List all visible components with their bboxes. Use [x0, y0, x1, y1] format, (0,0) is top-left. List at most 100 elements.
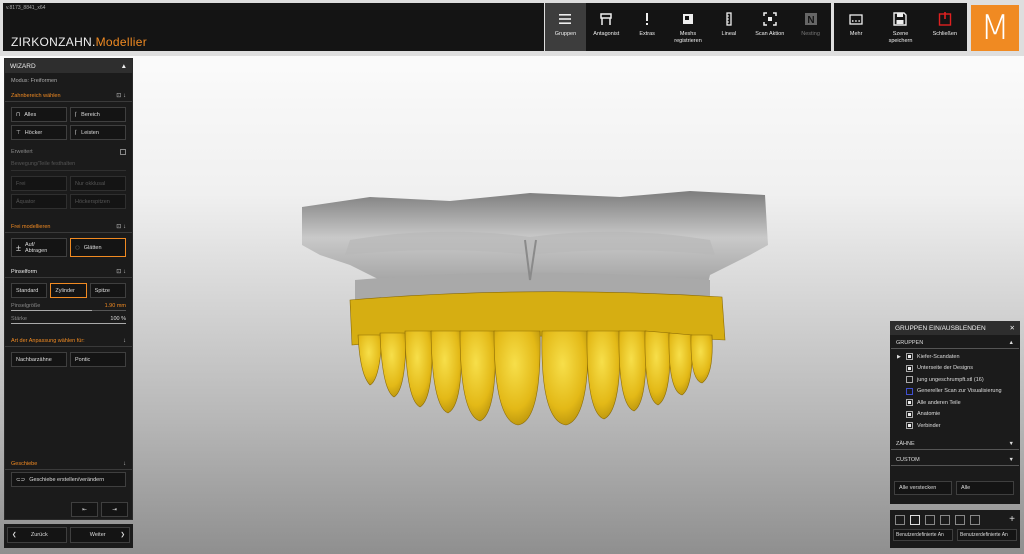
visibility-checkbox[interactable] — [906, 376, 913, 384]
info-arrow-icon[interactable]: ↓ — [123, 338, 126, 344]
auf-abtragen-button[interactable]: ± Auf/Abtragen — [11, 238, 67, 257]
weiter-button[interactable]: Weiter ❯ — [70, 527, 130, 543]
visibility-checkbox[interactable] — [906, 353, 913, 361]
nesting-button[interactable]: N Nesting — [790, 3, 831, 51]
glaetten-button[interactable]: ◌ Glätten — [70, 238, 126, 257]
mehr-button[interactable]: Mehr — [834, 3, 878, 51]
extras-label: Extras — [639, 31, 655, 37]
ruler-icon — [726, 12, 732, 26]
scan-aktion-button[interactable]: Scan Aktion — [749, 3, 790, 51]
antagonist-button[interactable]: Antagonist — [586, 3, 627, 51]
wizard-header[interactable]: WIZARD ▲ — [5, 59, 132, 73]
hoeckerspitzen-button[interactable]: Höckerspitzen — [70, 194, 126, 209]
alle-verstecken-button[interactable]: Alle verstecken — [894, 481, 952, 495]
view-preset-square[interactable] — [925, 515, 935, 525]
leisten-button[interactable]: ⌈ Leisten — [70, 125, 126, 140]
add-icon[interactable]: + — [1009, 515, 1015, 525]
chevron-down-icon[interactable]: ▼ — [1009, 457, 1014, 463]
expand-triangle-icon[interactable]: ▶ — [897, 354, 902, 360]
erweitert-checkbox[interactable] — [120, 149, 126, 155]
pin-info-icon[interactable]: ⊡ ↓ — [116, 92, 126, 99]
nesting-icon: N — [804, 13, 817, 26]
section-zaehne[interactable]: ZÄHNE ▼ — [891, 436, 1019, 450]
group-item[interactable]: Verbinder — [890, 420, 1020, 432]
glaetten-label: Glätten — [83, 244, 102, 251]
preset-button-1[interactable]: Benutzerdefinierte An — [893, 529, 953, 541]
power-icon — [938, 12, 952, 26]
schliessen-button[interactable]: Schließen — [923, 3, 967, 51]
pontic-button[interactable]: Pontic — [70, 352, 126, 367]
visibility-checkbox[interactable] — [906, 422, 913, 430]
section-art-anpassung: Art der Anpassung wählen für: ↓ — [5, 334, 132, 347]
bewegung-label: Bewegung/Teile festhalten — [11, 158, 126, 171]
visibility-checkbox[interactable] — [906, 364, 913, 372]
group-item[interactable]: Genereller Scan zur Visualisierung — [890, 386, 1020, 398]
chevron-down-icon[interactable]: ▼ — [1009, 441, 1014, 447]
info-arrow-icon[interactable]: ↓ — [123, 461, 126, 467]
group-item[interactable]: Alle anderen Teile — [890, 397, 1020, 409]
erweitert-row[interactable]: Erweitert — [5, 146, 132, 158]
hoecker-button[interactable]: ⊤ Höcker — [11, 125, 67, 140]
geschiebe-button[interactable]: ⊂⊃ Geschiebe erstellen/verändern — [11, 472, 126, 487]
group-item[interactable]: Unterseite der Designs — [890, 363, 1020, 375]
preset-squares: + — [890, 510, 1020, 525]
spitze-button[interactable]: Spitze — [89, 283, 126, 298]
zylinder-button[interactable]: Zylinder — [50, 283, 87, 298]
dental-model-viewport[interactable] — [290, 185, 780, 430]
pinselgroesse-slider[interactable] — [11, 310, 126, 311]
standard-button[interactable]: Standard — [11, 283, 48, 298]
aequator-button[interactable]: Äquator — [11, 194, 67, 209]
nachbarzaehne-button[interactable]: Nachbarzähne — [11, 352, 67, 367]
frei-button[interactable]: Frei — [11, 176, 67, 191]
group-item-label: Alle anderen Teile — [917, 399, 961, 406]
cusp-icon: ⊤ — [16, 129, 21, 136]
redo-button[interactable]: ⇥ — [101, 502, 128, 517]
view-presets-panel: + Benutzerdefinierte An Benutzerdefinier… — [890, 510, 1020, 548]
section-gruppen[interactable]: GRUPPEN ▲ — [891, 335, 1019, 349]
szene-speichern-button[interactable]: Szene speichern — [878, 3, 922, 51]
collapse-up-icon[interactable]: ▲ — [1009, 340, 1014, 346]
preset-buttons: Benutzerdefinierte An Benutzerdefinierte… — [890, 525, 1020, 545]
version-label: v.8173_8841_x64 — [6, 5, 46, 11]
groups-panel: GRUPPEN EIN/AUSBLENDEN ✕ GRUPPEN ▲ ▶ Kief… — [890, 321, 1020, 504]
section-art-title: Art der Anpassung wählen für: — [11, 338, 85, 344]
group-item[interactable]: Anatomie — [890, 409, 1020, 421]
collapse-up-icon[interactable]: ▲ — [121, 63, 127, 70]
view-preset-square[interactable] — [955, 515, 965, 525]
gruppen-button[interactable]: Gruppen — [545, 3, 586, 51]
meshs-registrieren-button[interactable]: Meshs registrieren — [668, 3, 709, 51]
scan-frame-icon — [762, 12, 777, 26]
section-pinselform: Pinselform ⊡ ↓ — [5, 264, 132, 278]
section-custom[interactable]: CUSTOM ▼ — [891, 452, 1019, 466]
view-preset-square[interactable] — [970, 515, 980, 525]
leisten-label: Leisten — [81, 129, 99, 136]
alles-button[interactable]: ⊓ Alles — [11, 107, 67, 122]
group-item[interactable]: jung ungeschrumpft.stl (16) — [890, 374, 1020, 386]
visibility-checkbox[interactable] — [906, 410, 913, 418]
bereich-button[interactable]: ⌈ Bereich — [70, 107, 126, 122]
preset-button-2[interactable]: Benutzerdefinierte An — [957, 529, 1017, 541]
zurueck-button[interactable]: ❮ Zurück — [7, 527, 67, 543]
pin-info-icon[interactable]: ⊡ ↓ — [116, 223, 126, 230]
teeth-crowns — [349, 291, 726, 426]
visibility-checkbox[interactable] — [906, 399, 913, 407]
pin-info-icon[interactable]: ⊡ ↓ — [116, 268, 126, 275]
view-preset-square[interactable] — [895, 515, 905, 525]
staerke-slider[interactable] — [11, 323, 126, 324]
alle-button[interactable]: Alle — [956, 481, 1014, 495]
main-toolbar: Gruppen Antagonist Extras Meshs registri… — [545, 3, 831, 51]
view-preset-square[interactable] — [940, 515, 950, 525]
pinselgroesse-row: Pinselgröße 1.90 mm — [5, 300, 132, 310]
plus-minus-icon: ± — [16, 242, 21, 253]
view-preset-square[interactable] — [910, 515, 920, 525]
close-icon[interactable]: ✕ — [1010, 324, 1015, 332]
group-item-label: Verbinder — [917, 422, 941, 429]
group-item[interactable]: ▶ Kiefer-Scandaten — [890, 351, 1020, 363]
staerke-label: Stärke — [11, 316, 27, 322]
undo-button[interactable]: ⇤ — [71, 502, 98, 517]
visibility-checkbox[interactable] — [906, 387, 913, 395]
lineal-button[interactable]: Lineal — [708, 3, 749, 51]
scan-aktion-label: Scan Aktion — [755, 31, 785, 37]
extras-button[interactable]: Extras — [627, 3, 668, 51]
nur-okklusal-button[interactable]: Nur okklusal — [70, 176, 126, 191]
